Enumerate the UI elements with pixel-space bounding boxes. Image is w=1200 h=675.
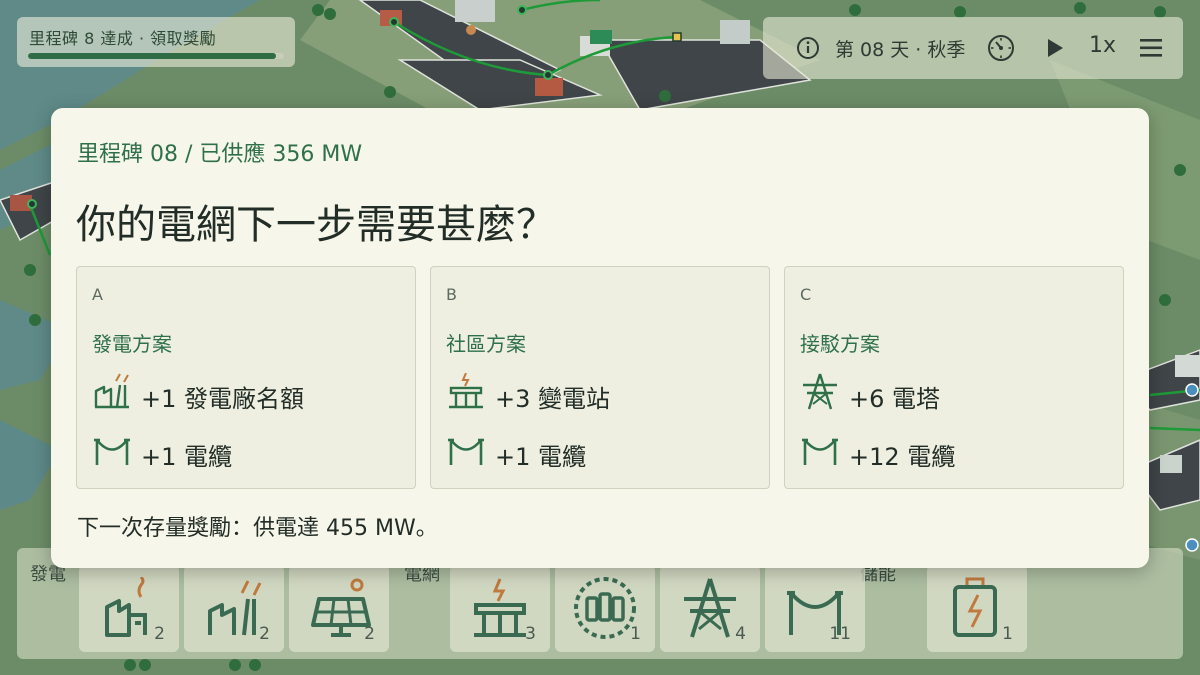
reward-text: +12 電纜	[849, 443, 956, 471]
tool-battery[interactable]: 1	[927, 565, 1027, 652]
tool-count: 1	[630, 624, 641, 644]
reward-option-a[interactable]: A 發電方案 +1 發電廠名額 +1 電纜	[76, 266, 416, 489]
dialog-title: 你的電網下一步需要甚麼？	[76, 202, 556, 248]
reward-text: +1 電纜	[141, 443, 233, 471]
menu-icon[interactable]	[1139, 37, 1163, 59]
tool-cable[interactable]: 11	[765, 565, 865, 652]
tool-count: 2	[364, 624, 375, 644]
option-kind: 社區方案	[446, 332, 526, 356]
tool-count: 3	[525, 624, 536, 644]
tool-wind-plant[interactable]: 2	[184, 565, 284, 652]
dialog-subtitle: 里程碑 08 / 已供應 356 MW	[77, 142, 363, 167]
milestone-progress-fill	[28, 53, 277, 59]
milestone-claim-pill[interactable]: 里程碑 8 達成 · 領取獎勵	[17, 17, 295, 67]
tool-count: 4	[735, 624, 746, 644]
option-letter: B	[446, 285, 457, 304]
pylon-icon	[803, 373, 837, 410]
battery-icon	[953, 577, 997, 637]
tool-solar-panel[interactable]: 2	[289, 565, 389, 652]
next-reward-note: 下一次存量獎勵：供電達 455 MW。	[77, 516, 438, 541]
option-letter: C	[800, 285, 812, 304]
speed-button[interactable]: 1x	[1089, 33, 1116, 58]
milestone-reward-dialog: 里程碑 08 / 已供應 356 MW 你的電網下一步需要甚麼？ A 發電方案 …	[51, 108, 1149, 568]
tool-battery-bank[interactable]: 1	[555, 565, 655, 652]
reward-text: +3 變電站	[495, 385, 611, 413]
option-letter: A	[92, 285, 103, 304]
tool-pylon[interactable]: 4	[660, 565, 760, 652]
substation-icon	[474, 578, 526, 637]
milestone-progress-bar	[28, 53, 284, 59]
tool-count: 2	[259, 624, 270, 644]
reward-text: +6 電塔	[849, 385, 941, 413]
option-kind: 接駁方案	[800, 332, 880, 356]
battery-bank-icon	[574, 577, 636, 639]
status-bar: 第 08 天 · 秋季 1x	[763, 17, 1183, 79]
tool-count: 1	[1002, 624, 1013, 644]
tool-coal-plant[interactable]: 2	[79, 565, 179, 652]
clock-icon[interactable]	[987, 34, 1015, 62]
reward-text: +1 電纜	[495, 443, 587, 471]
tool-substation[interactable]: 3	[450, 565, 550, 652]
option-kind: 發電方案	[92, 332, 172, 356]
cable-icon	[802, 438, 838, 465]
info-icon[interactable]	[796, 36, 820, 60]
cable-icon	[94, 438, 130, 465]
pylon-icon	[684, 578, 736, 638]
milestone-claim-label: 里程碑 8 達成 · 領取獎勵	[29, 29, 217, 48]
coal-plant-icon	[105, 577, 147, 637]
day-season-label: 第 08 天 · 秋季	[835, 39, 966, 61]
tool-count: 2	[154, 624, 165, 644]
play-icon[interactable]	[1045, 37, 1065, 59]
wind-plant-icon	[208, 580, 262, 636]
reward-text: +1 發電廠名額	[141, 385, 305, 413]
tool-count: 11	[829, 624, 851, 644]
reward-option-b[interactable]: B 社區方案 +3 變電站 +1 電纜	[430, 266, 770, 489]
power-plant-icon	[94, 373, 129, 409]
reward-option-c[interactable]: C 接駁方案 +6 電塔 +12 電纜	[784, 266, 1124, 489]
substation-icon	[449, 373, 483, 409]
cable-icon	[448, 438, 484, 465]
